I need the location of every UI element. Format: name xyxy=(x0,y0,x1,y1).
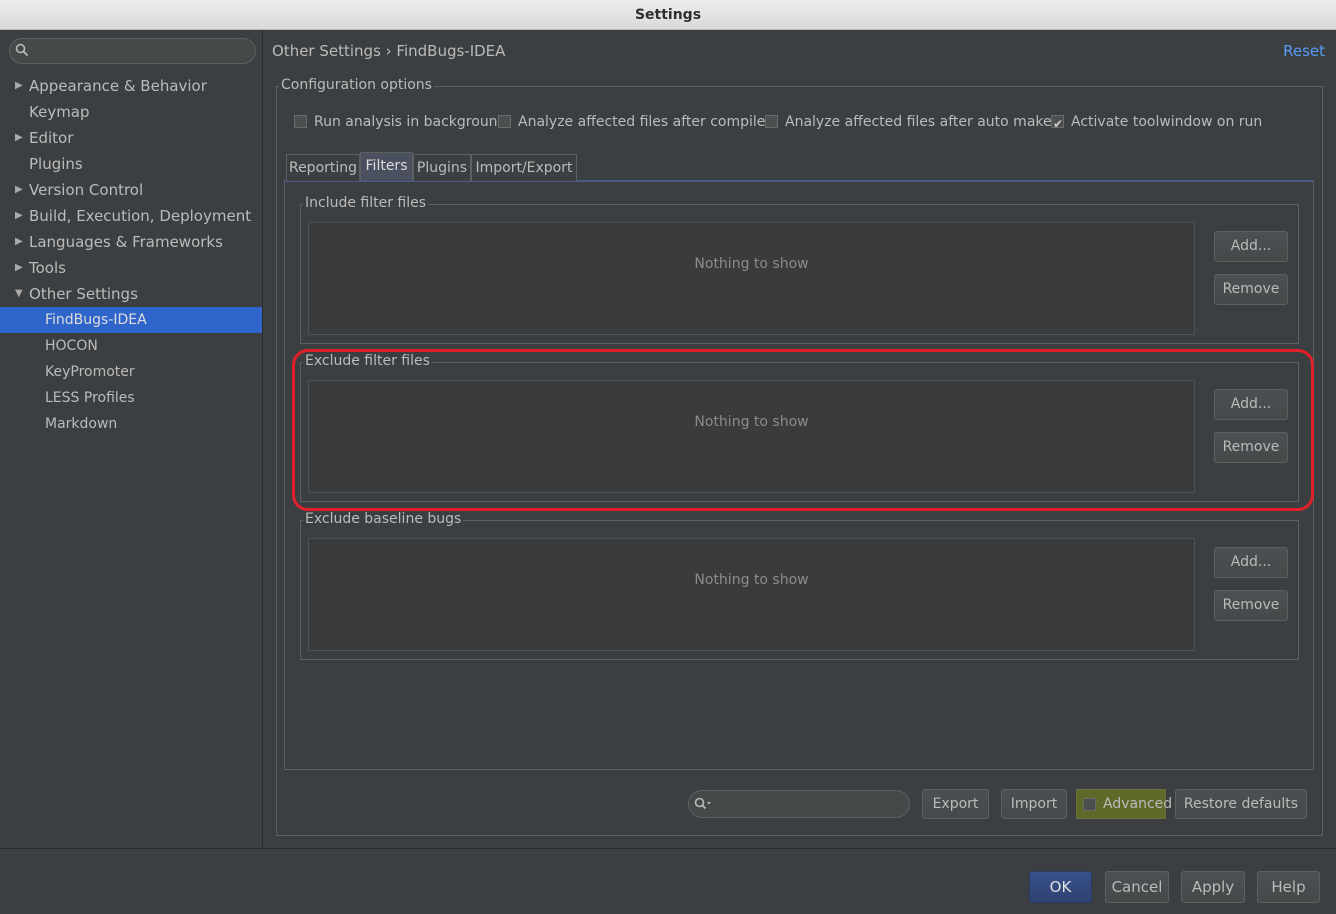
tab-reporting[interactable]: Reporting xyxy=(286,154,360,181)
tree-item-label: Keymap xyxy=(29,103,90,121)
tree-item-label: Editor xyxy=(29,129,74,147)
include-remove-button[interactable]: Remove xyxy=(1214,274,1288,305)
exclude-filter-list[interactable]: Nothing to show xyxy=(308,380,1195,493)
include-add-button[interactable]: Add... xyxy=(1214,231,1288,262)
import-button[interactable]: Import xyxy=(1001,789,1067,819)
tree-item-findbugs-idea[interactable]: FindBugs-IDEA xyxy=(0,307,262,333)
tree-item-label: Markdown xyxy=(45,416,118,432)
breadcrumb: Other Settings › FindBugs-IDEA xyxy=(272,42,506,60)
tree-item-plugins[interactable]: Plugins xyxy=(0,151,262,177)
empty-list-text: Nothing to show xyxy=(694,572,809,588)
search-dropdown-icon[interactable] xyxy=(694,797,712,811)
baseline-remove-button[interactable]: Remove xyxy=(1214,590,1288,621)
expand-arrow-icon[interactable]: ▶ xyxy=(15,229,23,255)
exclude-filter-title: Exclude filter files xyxy=(303,353,432,369)
checkbox-box[interactable] xyxy=(765,115,778,128)
checkbox-label: Analyze affected files after compile xyxy=(518,114,766,130)
tree-item-appearance-behavior[interactable]: ▶ Appearance & Behavior xyxy=(0,73,262,99)
tree-item-keymap[interactable]: Keymap xyxy=(0,99,262,125)
include-filter-list[interactable]: Nothing to show xyxy=(308,222,1195,335)
filter-search[interactable] xyxy=(688,790,910,818)
settings-search-input[interactable] xyxy=(34,42,249,60)
configuration-options-title: Configuration options xyxy=(279,77,434,93)
settings-sidebar: ▶ Appearance & Behavior Keymap ▶ Editor … xyxy=(0,30,263,848)
advanced-label: Advanced xyxy=(1103,796,1173,812)
tree-item-editor[interactable]: ▶ Editor xyxy=(0,125,262,151)
ok-button[interactable]: OK xyxy=(1029,871,1092,903)
exclude-baseline-title: Exclude baseline bugs xyxy=(303,511,464,527)
config-checkbox-row: Run analysis in background Analyze affec… xyxy=(294,112,1304,132)
tree-item-label: HOCON xyxy=(45,338,98,354)
checkbox-label: Analyze affected files after auto make xyxy=(785,114,1052,130)
tab-import-export[interactable]: Import/Export xyxy=(471,154,577,181)
tree-item-hocon[interactable]: HOCON xyxy=(0,333,262,359)
include-filter-title: Include filter files xyxy=(303,195,429,211)
expand-arrow-icon[interactable]: ▶ xyxy=(15,255,23,281)
checkbox-box[interactable] xyxy=(498,115,511,128)
checkbox-label: Run analysis in background xyxy=(314,114,507,130)
tree-item-less-profiles[interactable]: LESS Profiles xyxy=(0,385,262,411)
settings-tree: ▶ Appearance & Behavior Keymap ▶ Editor … xyxy=(0,73,262,437)
cancel-button[interactable]: Cancel xyxy=(1105,871,1169,903)
tree-item-label: KeyPromoter xyxy=(45,364,135,380)
expand-arrow-icon[interactable]: ▶ xyxy=(15,203,23,229)
exclude-add-button[interactable]: Add... xyxy=(1214,389,1288,420)
tree-item-label: Build, Execution, Deployment xyxy=(29,207,252,225)
settings-search[interactable] xyxy=(9,38,256,64)
tree-item-label: Tools xyxy=(29,259,66,277)
empty-list-text: Nothing to show xyxy=(694,414,809,430)
baseline-add-button[interactable]: Add... xyxy=(1214,547,1288,578)
tree-item-label: Appearance & Behavior xyxy=(29,77,207,95)
tree-item-label: Other Settings xyxy=(29,285,138,303)
expand-arrow-icon[interactable]: ▶ xyxy=(15,125,23,151)
tree-item-label: Plugins xyxy=(29,155,83,173)
dialog-footer: OK Cancel Apply Help xyxy=(0,848,1336,914)
advanced-checkbox[interactable]: Advanced xyxy=(1076,789,1172,819)
empty-list-text: Nothing to show xyxy=(694,256,809,272)
checkbox-box[interactable] xyxy=(1083,798,1096,811)
tree-item-version-control[interactable]: ▶ Version Control xyxy=(0,177,262,203)
tree-item-other-settings[interactable]: ▼ Other Settings xyxy=(0,281,262,307)
checkbox-label: Activate toolwindow on run xyxy=(1071,114,1263,130)
tree-item-keypromoter[interactable]: KeyPromoter xyxy=(0,359,262,385)
tree-item-tools[interactable]: ▶ Tools xyxy=(0,255,262,281)
filter-search-input[interactable] xyxy=(719,795,899,813)
tree-item-languages-frameworks[interactable]: ▶ Languages & Frameworks xyxy=(0,229,262,255)
reset-link[interactable]: Reset xyxy=(1283,42,1325,60)
search-icon xyxy=(15,43,29,57)
apply-button[interactable]: Apply xyxy=(1181,871,1245,903)
restore-defaults-button[interactable]: Restore defaults xyxy=(1175,789,1307,819)
collapse-arrow-icon[interactable]: ▼ xyxy=(15,281,23,307)
checkmark-icon: ✔ xyxy=(1053,117,1064,131)
checkbox-box[interactable] xyxy=(294,115,307,128)
help-button[interactable]: Help xyxy=(1257,871,1320,903)
tree-item-label: Version Control xyxy=(29,181,144,199)
tree-item-markdown[interactable]: Markdown xyxy=(0,411,262,437)
tree-item-label: FindBugs-IDEA xyxy=(45,312,147,328)
exclude-remove-button[interactable]: Remove xyxy=(1214,432,1288,463)
export-button[interactable]: Export xyxy=(922,789,989,819)
checkbox-box[interactable]: ✔ xyxy=(1051,115,1064,131)
expand-arrow-icon[interactable]: ▶ xyxy=(15,177,23,203)
tab-filters[interactable]: Filters xyxy=(360,152,413,181)
tree-item-label: Languages & Frameworks xyxy=(29,233,223,251)
window-title: Settings xyxy=(0,0,1336,30)
tab-plugins[interactable]: Plugins xyxy=(413,154,471,181)
tree-item-label: LESS Profiles xyxy=(45,390,135,406)
exclude-baseline-list[interactable]: Nothing to show xyxy=(308,538,1195,651)
tree-item-build-execution-deployment[interactable]: ▶ Build, Execution, Deployment xyxy=(0,203,262,229)
expand-arrow-icon[interactable]: ▶ xyxy=(15,73,23,99)
